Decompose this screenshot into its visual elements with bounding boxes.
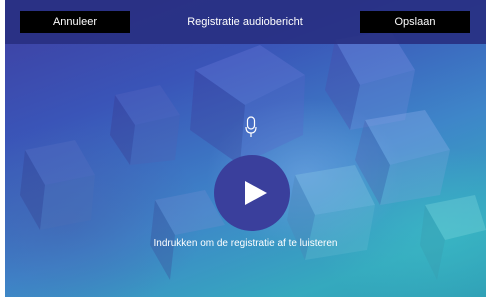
save-button[interactable]: Opslaan [360, 11, 470, 33]
background-image [5, 0, 486, 297]
cancel-button[interactable]: Annuleer [20, 11, 130, 33]
page-title: Registratie audiobericht [187, 16, 303, 28]
play-icon [245, 181, 267, 205]
microphone-icon [245, 116, 257, 138]
play-button[interactable] [214, 155, 290, 231]
audio-recording-screen: Annuleer Registratie audiobericht Opslaa… [0, 0, 491, 300]
playback-hint: Indrukken om de registratie af te luiste… [153, 238, 338, 249]
